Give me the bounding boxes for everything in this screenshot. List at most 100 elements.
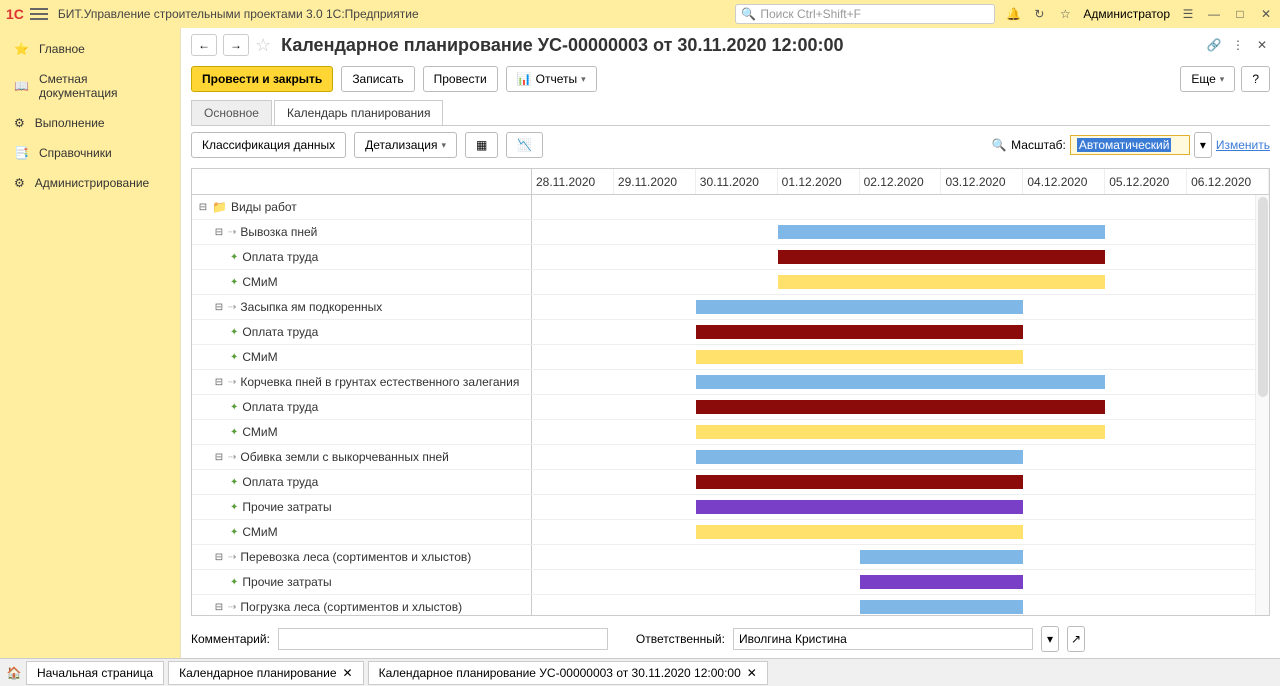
zoom-icon[interactable]: 🔍: [991, 137, 1007, 153]
reports-button[interactable]: 📊Отчеты: [506, 66, 597, 92]
tab-calendar[interactable]: Календарь планирования: [274, 100, 444, 125]
date-header: 29.11.2020: [614, 169, 696, 194]
help-button[interactable]: ?: [1241, 66, 1270, 92]
task-icon: ⇢: [228, 377, 236, 388]
comment-label: Комментарий:: [191, 632, 270, 646]
gantt-row[interactable]: ✦Прочие затраты: [192, 495, 1269, 520]
home-icon: ⭐: [14, 42, 29, 56]
star-icon[interactable]: ☆: [1057, 6, 1073, 22]
responsible-input[interactable]: [733, 628, 1033, 650]
gantt-row[interactable]: ✦СМиМ: [192, 270, 1269, 295]
gantt-bar[interactable]: [860, 550, 1024, 564]
gantt-bar[interactable]: [696, 400, 1105, 414]
close-icon[interactable]: ✕: [1258, 6, 1274, 22]
more-button[interactable]: Еще: [1180, 66, 1235, 92]
search-icon: 🔍: [741, 7, 756, 21]
gantt-row[interactable]: ⊟⇢Перевозка леса (сортиментов и хлыстов): [192, 545, 1269, 570]
gantt-row[interactable]: ✦СМиМ: [192, 420, 1269, 445]
close-tab-icon[interactable]: ✕: [747, 666, 757, 680]
forward-button[interactable]: →: [223, 34, 249, 56]
gantt-bar[interactable]: [696, 425, 1105, 439]
gantt-bar[interactable]: [778, 225, 1106, 239]
search-input[interactable]: 🔍 Поиск Ctrl+Shift+F: [735, 4, 995, 24]
gantt-bar[interactable]: [696, 500, 1024, 514]
gantt-row[interactable]: ✦Оплата труда: [192, 470, 1269, 495]
gantt-row[interactable]: ⊟⇢Погрузка леса (сортиментов и хлыстов): [192, 595, 1269, 615]
gantt-row[interactable]: ⊟⇢Засыпка ям подкоренных: [192, 295, 1269, 320]
back-button[interactable]: ←: [191, 34, 217, 56]
row-label: Обивка земли с выкорчеванных пней: [240, 450, 449, 464]
expand-icon[interactable]: ⊟: [198, 202, 208, 213]
row-label: Оплата труда: [242, 325, 318, 339]
sidebar-item-main[interactable]: ⭐Главное: [0, 34, 180, 64]
home-tab-icon[interactable]: 🏠: [6, 665, 22, 681]
history-icon[interactable]: ↻: [1031, 6, 1047, 22]
gantt-row[interactable]: ⊟📁Виды работ: [192, 195, 1269, 220]
gantt-bar[interactable]: [778, 275, 1106, 289]
sidebar-item-estimate[interactable]: 📖Сметная документация: [0, 64, 180, 108]
date-header: 06.12.2020: [1187, 169, 1269, 194]
menu-icon[interactable]: [30, 8, 48, 20]
settings-icon[interactable]: ☰: [1180, 6, 1196, 22]
expand-icon[interactable]: ⊟: [214, 452, 224, 463]
scale-select[interactable]: Автоматический: [1070, 135, 1190, 155]
gantt-bar[interactable]: [696, 300, 1024, 314]
gantt-row[interactable]: ✦Оплата труда: [192, 395, 1269, 420]
row-label: Оплата труда: [242, 475, 318, 489]
maximize-icon[interactable]: □: [1232, 6, 1248, 22]
gantt-row[interactable]: ⊟⇢Вывозка пней: [192, 220, 1269, 245]
gantt-row[interactable]: ✦СМиМ: [192, 520, 1269, 545]
gantt-bar[interactable]: [860, 575, 1024, 589]
gantt-row[interactable]: ✦Оплата труда: [192, 245, 1269, 270]
gantt-bar[interactable]: [696, 325, 1024, 339]
gantt-row[interactable]: ⊟⇢Обивка земли с выкорчеванных пней: [192, 445, 1269, 470]
comment-input[interactable]: [278, 628, 608, 650]
bottom-tab-2[interactable]: Календарное планирование УС-00000003 от …: [368, 661, 768, 685]
gantt-bar[interactable]: [696, 475, 1024, 489]
row-label: СМиМ: [242, 350, 277, 364]
expand-icon[interactable]: ⊟: [214, 302, 224, 313]
classify-button[interactable]: Классификация данных: [191, 132, 346, 158]
grid-icon-button[interactable]: ▦: [465, 132, 498, 158]
sidebar-item-admin[interactable]: ⚙Администрирование: [0, 168, 180, 198]
chart-icon-button[interactable]: 📉: [506, 132, 543, 158]
save-button[interactable]: Записать: [341, 66, 414, 92]
expand-icon[interactable]: ⊟: [214, 552, 224, 563]
gantt-bar[interactable]: [696, 375, 1105, 389]
bottom-tab-1[interactable]: Календарное планирование✕: [168, 661, 363, 685]
post-button[interactable]: Провести: [423, 66, 498, 92]
sidebar-item-exec[interactable]: ⚙Выполнение: [0, 108, 180, 138]
close-tab-icon[interactable]: ✕: [343, 666, 353, 680]
link-icon[interactable]: 🔗: [1206, 37, 1222, 53]
bell-icon[interactable]: 🔔: [1005, 6, 1021, 22]
expand-icon[interactable]: ⊟: [214, 377, 224, 388]
gantt-bar[interactable]: [696, 525, 1024, 539]
tab-main[interactable]: Основное: [191, 100, 272, 125]
gantt-bar[interactable]: [860, 600, 1024, 614]
change-link[interactable]: Изменить: [1216, 138, 1270, 152]
responsible-dropdown[interactable]: ▾: [1041, 626, 1059, 652]
gantt-bar[interactable]: [696, 350, 1024, 364]
gantt-row[interactable]: ✦Оплата труда: [192, 320, 1269, 345]
leaf-icon: ✦: [230, 427, 238, 438]
row-label: Прочие затраты: [242, 575, 331, 589]
gantt-bar[interactable]: [778, 250, 1106, 264]
minimize-icon[interactable]: —: [1206, 6, 1222, 22]
scale-dropdown-icon[interactable]: ▾: [1194, 132, 1212, 158]
vertical-scrollbar[interactable]: [1255, 195, 1269, 615]
expand-icon[interactable]: ⊟: [214, 227, 224, 238]
more-icon[interactable]: ⋮: [1230, 37, 1246, 53]
favorite-icon[interactable]: ☆: [255, 35, 271, 56]
sidebar-item-ref[interactable]: 📑Справочники: [0, 138, 180, 168]
detail-button[interactable]: Детализация: [354, 132, 457, 158]
gantt-row[interactable]: ✦Прочие затраты: [192, 570, 1269, 595]
close-form-icon[interactable]: ✕: [1254, 37, 1270, 53]
user-label[interactable]: Администратор: [1083, 7, 1170, 21]
expand-icon[interactable]: ⊟: [214, 602, 224, 613]
gantt-row[interactable]: ⊟⇢Корчевка пней в грунтах естественного …: [192, 370, 1269, 395]
post-close-button[interactable]: Провести и закрыть: [191, 66, 333, 92]
responsible-open[interactable]: ↗: [1067, 626, 1085, 652]
bottom-tab-home[interactable]: Начальная страница: [26, 661, 164, 685]
gantt-row[interactable]: ✦СМиМ: [192, 345, 1269, 370]
gantt-bar[interactable]: [696, 450, 1024, 464]
